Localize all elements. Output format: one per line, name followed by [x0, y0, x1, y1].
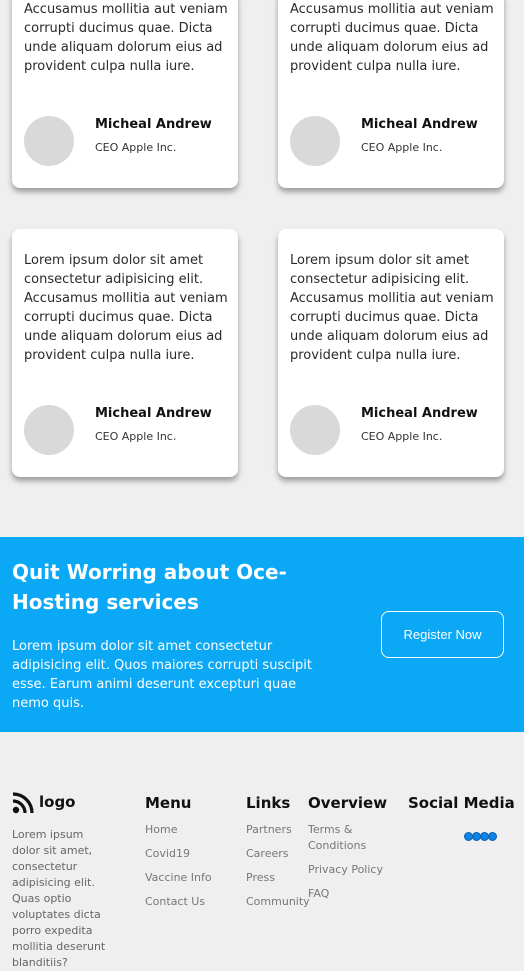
testimonial-line: corrupti ducimus quae. Dicta [290, 310, 479, 325]
about-line: Quas optio [12, 892, 72, 905]
testimonial-text: Accusamus mollitia aut veniam corrupti d… [24, 0, 230, 76]
author-name: Micheal Andrew [95, 406, 212, 421]
testimonial-card: Accusamus mollitia aut veniam corrupti d… [278, 0, 504, 188]
testimonial-line: corrupti ducimus quae. Dicta [24, 310, 213, 325]
about-line: adipisicing elit. [12, 876, 95, 889]
links-link-partners[interactable]: Partners [246, 822, 292, 838]
footer: logo Lorem ipsum dolor sit amet, consect… [0, 732, 524, 971]
testimonial-line: unde aliquam dolorum eius ad [24, 329, 223, 344]
links-link-press[interactable]: Press [246, 870, 275, 886]
cta-banner: Quit Worring about Oce- Hosting services… [0, 537, 524, 732]
overview-link-privacy-policy[interactable]: Privacy Policy [308, 862, 383, 878]
about-line: consectetur [12, 860, 78, 873]
testimonial-line: unde aliquam dolorum eius ad [290, 329, 489, 344]
avatar [24, 116, 74, 166]
menu-link-vaccine-info[interactable]: Vaccine Info [145, 870, 212, 886]
testimonial-line: consectetur adipisicing elit. [24, 272, 204, 287]
rss-icon [12, 792, 34, 814]
testimonial-line: consectetur adipisicing elit. [290, 272, 470, 287]
cta-text-line: Lorem ipsum dolor sit amet consectetur [12, 639, 273, 654]
testimonial-line: unde aliquam dolorum eius ad [290, 40, 489, 55]
avatar [290, 116, 340, 166]
overview-heading: Overview [308, 794, 388, 812]
testimonial-text: Lorem ipsum dolor sit amet consectetur a… [24, 251, 230, 365]
author-role: CEO Apple Inc. [361, 430, 443, 443]
social-media-heading: Social Media [408, 794, 515, 812]
testimonial-card: Lorem ipsum dolor sit amet consectetur a… [12, 229, 238, 477]
about-line: mollitia deserunt [12, 940, 106, 953]
testimonial-line: provident culpa nulla iure. [290, 59, 461, 74]
testimonial-line: unde aliquam dolorum eius ad [24, 40, 223, 55]
cta-text-line: nemo quis. [12, 696, 84, 711]
testimonial-line: provident culpa nulla iure. [24, 59, 195, 74]
about-line: dolor sit amet, [12, 844, 93, 857]
author-name: Micheal Andrew [95, 117, 212, 132]
testimonial-line: Lorem ipsum dolor sit amet [24, 253, 204, 268]
cta-title: Quit Worring about Oce- Hosting services [12, 557, 312, 617]
links-link-careers[interactable]: Careers [246, 846, 289, 862]
overview-link-conditions[interactable]: Conditions [308, 838, 366, 854]
cta-text-line: adipisicing elit. Quos maiores corrupti … [12, 658, 312, 673]
author-role: CEO Apple Inc. [95, 141, 177, 154]
testimonial-card: Lorem ipsum dolor sit amet consectetur a… [278, 229, 504, 477]
overview-link-faq[interactable]: FAQ [308, 886, 329, 902]
testimonial-line: corrupti ducimus quae. Dicta [290, 21, 479, 36]
testimonial-author: Micheal Andrew CEO Apple Inc. [290, 116, 496, 166]
about-line: porro expedita [12, 924, 93, 937]
testimonial-author: Micheal Andrew CEO Apple Inc. [290, 405, 496, 455]
testimonial-line: Lorem ipsum dolor sit amet [290, 253, 470, 268]
testimonial-text: Lorem ipsum dolor sit amet consectetur a… [290, 251, 496, 365]
menu-link-covid19[interactable]: Covid19 [145, 846, 190, 862]
author-name: Micheal Andrew [361, 117, 478, 132]
menu-link-home[interactable]: Home [145, 822, 177, 838]
avatar [290, 405, 340, 455]
testimonial-author: Micheal Andrew CEO Apple Inc. [24, 116, 230, 166]
testimonial-line: Accusamus mollitia aut veniam [290, 291, 494, 306]
cta-text-line: esse. Earum animi deserunt excepturi qua… [12, 677, 297, 692]
menu-heading: Menu [145, 794, 192, 812]
cta-description: Lorem ipsum dolor sit amet consectetur a… [12, 637, 312, 713]
menu-link-contact-us[interactable]: Contact Us [145, 894, 205, 910]
avatar [24, 405, 74, 455]
author-name: Micheal Andrew [361, 406, 478, 421]
testimonial-line: Accusamus mollitia aut veniam [290, 2, 494, 17]
logo-text: logo [39, 793, 76, 811]
about-line: Lorem ipsum [12, 828, 84, 841]
testimonial-line: Accusamus mollitia aut veniam [24, 2, 228, 17]
links-link-community[interactable]: Community [246, 894, 310, 910]
testimonial-line: provident culpa nulla iure. [290, 348, 461, 363]
cta-title-line: Quit Worring about Oce- [12, 560, 287, 584]
testimonial-author: Micheal Andrew CEO Apple Inc. [24, 405, 230, 455]
testimonial-card: Accusamus mollitia aut veniam corrupti d… [12, 0, 238, 188]
links-heading: Links [246, 794, 291, 812]
overview-link-terms[interactable]: Terms & [308, 822, 352, 838]
about-line: blanditiis? [12, 956, 68, 969]
social-icon-4[interactable] [488, 832, 497, 841]
testimonial-line: provident culpa nulla iure. [24, 348, 195, 363]
testimonial-line: Accusamus mollitia aut veniam [24, 291, 228, 306]
author-role: CEO Apple Inc. [361, 141, 443, 154]
cta-title-line: Hosting services [12, 590, 199, 614]
register-now-button[interactable]: Register Now [381, 611, 504, 658]
author-role: CEO Apple Inc. [95, 430, 177, 443]
footer-about: Lorem ipsum dolor sit amet, consectetur … [12, 827, 112, 971]
testimonial-text: Accusamus mollitia aut veniam corrupti d… [290, 0, 496, 76]
about-line: voluptates dicta [12, 908, 101, 921]
testimonial-line: corrupti ducimus quae. Dicta [24, 21, 213, 36]
